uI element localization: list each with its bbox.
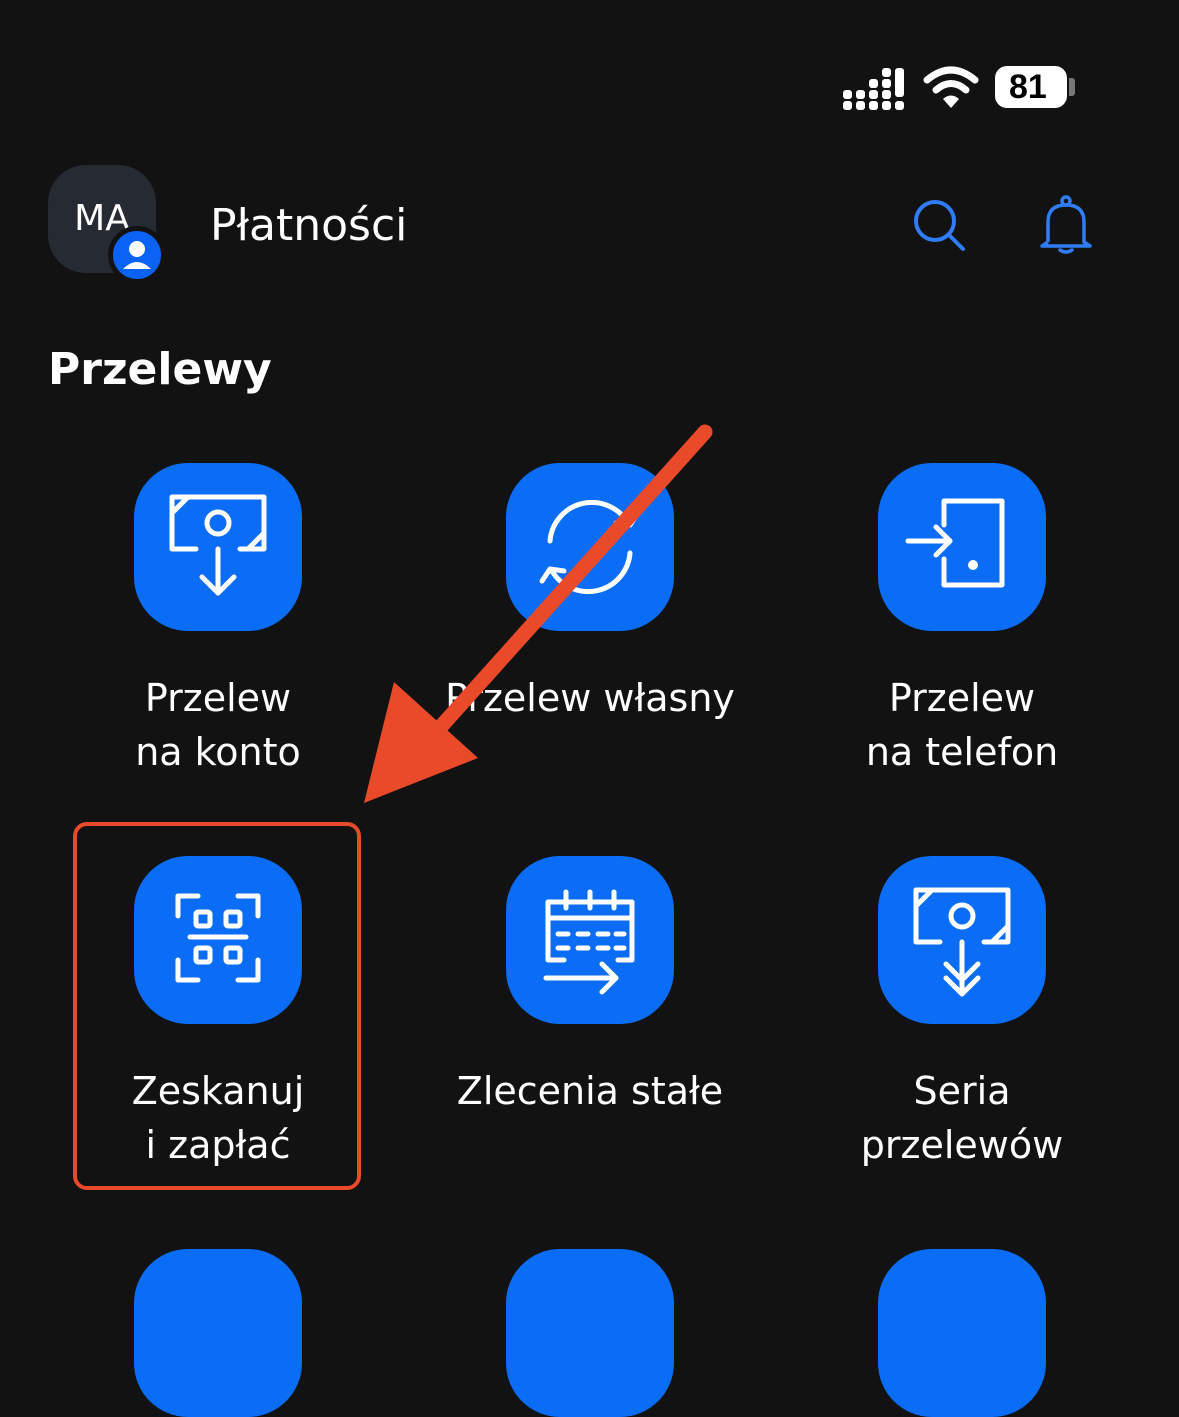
transfer-to-account-icon [169,494,267,596]
tile-label-line: na telefon [865,730,1059,774]
cellular-signal-icon [843,68,904,110]
status-bar: 81 [843,64,1083,112]
battery-level: 81 [1009,68,1047,106]
standing-orders-icon [543,889,635,995]
tile-label-line: Przelew [144,676,292,720]
battery-indicator: 81 [995,66,1067,108]
tile-icon-box [878,856,1046,1024]
tile-label-line: na konto [135,730,301,774]
search-button[interactable] [910,196,970,256]
tile-icon-box [506,856,674,1024]
tile-label: Przelew na telefon [782,671,1142,779]
battery-tip [1069,78,1075,96]
tile-label-line: przelewów [860,1123,1064,1167]
tile-label: Seria przelewów [782,1064,1142,1172]
tile-partial[interactable] [134,1249,302,1417]
tile-label-line: Seria [913,1069,1011,1113]
search-icon [914,200,965,251]
tile-icon-box [134,463,302,631]
section-title: Przelewy [48,344,272,395]
highlight-box [73,822,361,1190]
annotation-arrow [364,424,713,803]
tile-label: Zlecenia stałe [410,1064,770,1118]
tile-partial[interactable] [506,1249,674,1417]
transfer-to-phone-icon [905,498,1005,588]
tile-label-line: Zlecenia stałe [456,1069,724,1113]
tile-label: Przelew na konto [38,671,398,779]
notifications-button[interactable] [1036,194,1096,254]
profile-badge [108,226,166,284]
bell-icon [1040,195,1092,254]
user-icon [123,241,151,269]
batch-transfers-icon [913,887,1011,997]
tile-label-line: Przelew [888,676,1036,720]
tile-partial[interactable] [878,1249,1046,1417]
wifi-icon [923,66,979,108]
tile-icon-box [878,463,1046,631]
page-title: Płatności [210,200,408,251]
